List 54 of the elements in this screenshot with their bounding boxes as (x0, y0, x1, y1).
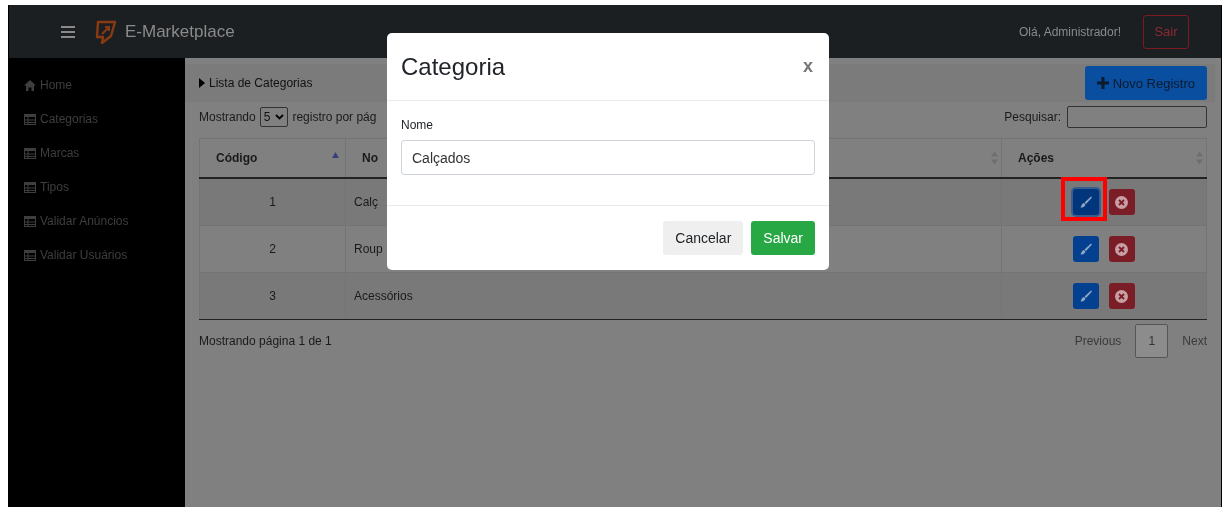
annotation-frame (1061, 177, 1108, 221)
previous-link[interactable]: Previous (1074, 334, 1122, 348)
sidebar-item[interactable]: Marcas (9, 136, 185, 170)
logout-button[interactable]: Sair (1143, 14, 1189, 49)
sidebar-item[interactable]: Validar Usuários (9, 238, 185, 272)
sidebar-item[interactable]: Home (9, 68, 185, 102)
field-label: Nome (401, 118, 433, 132)
sidebar-item[interactable]: Validar Anúncios (9, 204, 185, 238)
close-circle-icon (1115, 289, 1129, 303)
pagination-info: Mostrando página 1 de 1 (199, 334, 332, 348)
page-length-select[interactable]: 5 (259, 107, 289, 127)
edit-button[interactable] (1073, 189, 1100, 215)
length-prefix: Mostrando (199, 110, 256, 124)
edit-button[interactable] (1073, 283, 1100, 309)
delete-button[interactable] (1108, 189, 1135, 215)
caret-right-icon (199, 78, 205, 88)
paintbrush-icon (1080, 196, 1093, 208)
table-cell: 1 (199, 178, 346, 226)
table-icon (24, 215, 36, 227)
save-button[interactable]: Salvar (751, 221, 815, 255)
dialog-title: Categoria (401, 52, 507, 81)
edit-button[interactable] (1073, 236, 1100, 262)
table-cell: 3 (199, 272, 346, 320)
table-icon (24, 113, 36, 125)
length-suffix: registro por pág (292, 110, 377, 124)
close-button[interactable]: x (801, 56, 815, 77)
home-icon (24, 79, 36, 91)
chevron-down-icon (275, 114, 285, 120)
search-field[interactable] (1067, 106, 1207, 128)
new-record-button[interactable]: Novo Registro (1084, 66, 1207, 100)
close-circle-icon (1115, 242, 1129, 256)
sidebar-item[interactable]: Categorias (9, 102, 185, 136)
plus-icon (1096, 77, 1109, 89)
logo-icon (95, 19, 117, 44)
cancel-button[interactable]: Cancelar (663, 221, 744, 255)
greeting-text: Olá, Administrador! (1018, 24, 1121, 39)
table-cell: Acessórios (345, 272, 1002, 320)
page-button[interactable]: 1 (1135, 324, 1169, 358)
next-link[interactable]: Next (1182, 334, 1207, 348)
table-icon (24, 181, 36, 193)
delete-button[interactable] (1108, 283, 1135, 309)
menu-icon[interactable] (61, 25, 75, 38)
table-icon (24, 249, 36, 261)
paintbrush-icon (1080, 290, 1093, 302)
search-label: Pesquisar: (1004, 110, 1061, 124)
name-field[interactable]: Calçados (401, 140, 815, 175)
brand-name[interactable]: E-Marketplace (125, 21, 235, 42)
sidebar-item[interactable]: Tipos (9, 170, 185, 204)
breadcrumb-text: Lista de Categorias (209, 76, 313, 90)
close-circle-icon (1115, 195, 1129, 209)
table-cell: 2 (199, 225, 346, 273)
paintbrush-icon (1080, 243, 1093, 255)
delete-button[interactable] (1108, 236, 1135, 262)
table-icon (24, 147, 36, 159)
